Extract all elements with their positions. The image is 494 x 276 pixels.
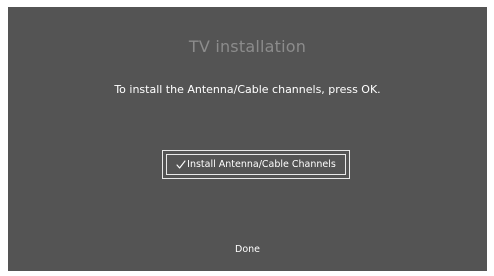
done-button[interactable]: Done bbox=[8, 244, 487, 255]
page-title: TV installation bbox=[188, 37, 307, 56]
instruction-text: To install the Antenna/Cable channels, p… bbox=[114, 83, 381, 96]
install-antenna-cable-option-inner[interactable]: Install Antenna/Cable Channels bbox=[166, 154, 346, 175]
checkmark-icon bbox=[176, 160, 186, 169]
tv-installation-screen: TV installation To install the Antenna/C… bbox=[8, 7, 487, 271]
install-antenna-cable-label: Install Antenna/Cable Channels bbox=[187, 159, 336, 170]
install-antenna-cable-option[interactable]: Install Antenna/Cable Channels bbox=[162, 150, 350, 179]
